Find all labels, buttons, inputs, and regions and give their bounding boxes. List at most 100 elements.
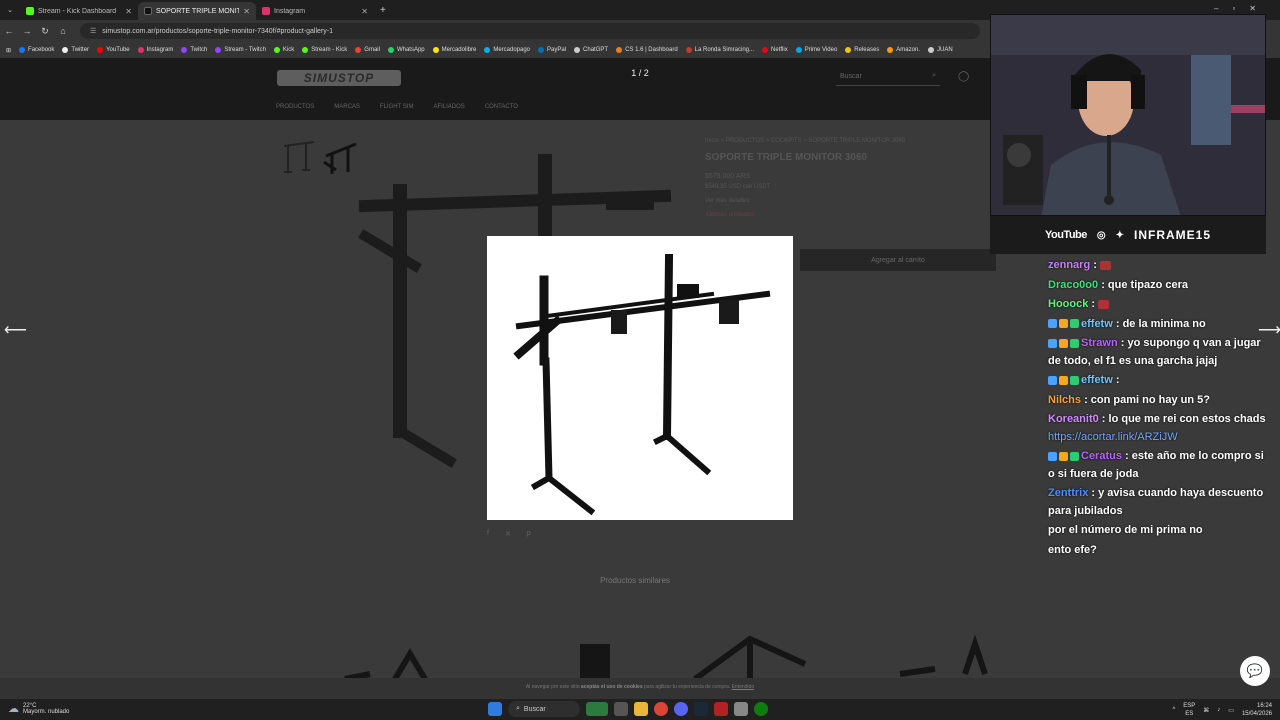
gallery-prev-arrow[interactable]: ⟵: [4, 320, 27, 340]
bookmark-item[interactable]: Netflix: [762, 47, 788, 53]
chat-username[interactable]: Ceratus: [1081, 450, 1122, 462]
similar-product-4[interactable]: [895, 624, 990, 684]
close-icon[interactable]: ✕: [361, 7, 368, 16]
bookmark-label: JUAN: [936, 47, 953, 53]
tray-expand-icon[interactable]: ^: [1172, 707, 1175, 713]
site-nav-item[interactable]: MARCAS: [334, 104, 360, 110]
bookmark-item[interactable]: La Ronda Simracing...: [685, 47, 754, 53]
file-explorer-icon[interactable]: [634, 702, 648, 716]
similar-product-3[interactable]: [690, 624, 810, 684]
chat-username[interactable]: effetw: [1081, 318, 1113, 330]
site-info-icon[interactable]: ☰: [90, 27, 96, 35]
back-icon[interactable]: ←: [0, 26, 18, 36]
bookmark-item[interactable]: CS 1.6 | Dashboard: [616, 47, 678, 53]
similar-product-2[interactable]: [570, 624, 620, 684]
chat-username[interactable]: Koreanit0: [1048, 413, 1099, 425]
bookmark-icon: [387, 47, 394, 53]
chat-username[interactable]: Strawn: [1081, 337, 1118, 349]
clock-time: 16:24: [1256, 703, 1272, 709]
window-controls[interactable]: –▫✕: [1214, 4, 1270, 13]
apps-icon[interactable]: ⊞: [6, 47, 11, 54]
task-view-icon[interactable]: [614, 702, 628, 716]
tab-instagram[interactable]: Instagram ✕: [256, 2, 374, 20]
reload-icon[interactable]: ↻: [36, 26, 54, 37]
chrome-icon[interactable]: [654, 702, 668, 716]
thumbnail-1[interactable]: [280, 136, 318, 176]
widgets-icon[interactable]: [586, 702, 608, 716]
breadcrumb[interactable]: Inicio > PRODUCTOS > COCKPITS > SOPORTE …: [705, 138, 995, 144]
bookmark-item[interactable]: Twitch: [181, 47, 207, 53]
bookmark-icon: [215, 47, 222, 53]
app-icon[interactable]: [734, 702, 748, 716]
chat-username[interactable]: zennarg: [1048, 259, 1090, 271]
taskbar-search[interactable]: ⌕ Buscar: [508, 701, 580, 717]
url-field[interactable]: ☰ simustop.com.ar/productos/soporte-trip…: [80, 23, 980, 39]
bookmark-item[interactable]: Prime Video: [795, 47, 837, 53]
site-search-input[interactable]: Buscar ⌕: [836, 70, 940, 86]
close-icon[interactable]: ✕: [243, 7, 250, 16]
chat-username[interactable]: Zenttrix: [1048, 487, 1088, 499]
site-nav-item[interactable]: AFILIADOS: [433, 104, 464, 110]
bookmark-label: Amazon.: [896, 47, 920, 53]
tab-kick-dashboard[interactable]: Stream - Kick Dashboard ✕: [20, 2, 138, 20]
similar-product-1[interactable]: [340, 624, 430, 684]
weather-widget[interactable]: ☁ 22°C Mayorm. nublado: [8, 702, 69, 716]
site-nav-item[interactable]: CONTACTO: [485, 104, 518, 110]
battery-icon[interactable]: ▭: [1228, 707, 1234, 714]
volume-icon[interactable]: ♪: [1217, 707, 1220, 713]
windows-start-icon[interactable]: [488, 702, 502, 716]
chat-widget-icon[interactable]: 💬: [1240, 656, 1270, 686]
bookmark-item[interactable]: Kick: [273, 47, 294, 53]
pinterest-icon[interactable]: p: [527, 530, 531, 538]
site-nav-item[interactable]: FLIGHT SIM: [380, 104, 414, 110]
site-logo[interactable]: SIMUSTOP: [277, 70, 401, 86]
lightbox-image[interactable]: [487, 236, 793, 520]
clock-date: 15/04/2026: [1241, 711, 1272, 717]
bookmark-item[interactable]: Mercadopago: [484, 47, 530, 53]
forward-icon[interactable]: →: [18, 26, 36, 36]
racing-app-icon[interactable]: [714, 702, 728, 716]
add-to-cart-button[interactable]: Agregar al carrito: [800, 249, 996, 271]
site-nav-item[interactable]: PRODUCTOS: [276, 104, 314, 110]
product-info: Inicio > PRODUCTOS > COCKPITS > SOPORTE …: [705, 138, 995, 218]
bookmark-item[interactable]: ChatGPT: [574, 47, 608, 53]
bookmark-item[interactable]: Releases: [845, 47, 879, 53]
new-tab-button[interactable]: +: [374, 5, 386, 16]
language-indicator[interactable]: ESP ES: [1183, 702, 1195, 718]
xbox-icon[interactable]: [754, 702, 768, 716]
chat-username[interactable]: Draco0o0: [1048, 279, 1098, 291]
bookmark-item[interactable]: Twitter: [62, 47, 89, 53]
tab-simustop[interactable]: SOPORTE TRIPLE MONITOR 3060 ✕: [138, 2, 256, 20]
steam-icon[interactable]: [694, 702, 708, 716]
user-icon[interactable]: ◯: [958, 71, 969, 82]
details-link[interactable]: Ver más detalles: [705, 198, 995, 204]
chat-link[interactable]: https://acortar.link/ARZiJW: [1048, 431, 1178, 443]
bookmark-item[interactable]: Instagram: [137, 47, 173, 53]
bookmark-item[interactable]: PayPal: [538, 47, 566, 53]
chat-username[interactable]: effetw: [1081, 374, 1113, 386]
close-icon[interactable]: ✕: [125, 7, 132, 16]
home-icon[interactable]: ⌂: [54, 26, 72, 36]
search-icon[interactable]: ⌕: [932, 72, 936, 80]
bookmark-item[interactable]: JUAN: [927, 47, 953, 53]
bookmark-item[interactable]: Stream - Twitch: [215, 47, 266, 53]
bookmark-item[interactable]: Facebook: [19, 47, 54, 53]
chat-username[interactable]: Nilchs: [1048, 394, 1081, 406]
chat-badge-icon: [1059, 375, 1068, 385]
cookie-accept-button[interactable]: Entendido: [732, 684, 755, 690]
bookmark-item[interactable]: Amazon.: [887, 47, 920, 53]
bookmark-item[interactable]: YouTube: [97, 47, 130, 53]
chat-text: yo supongo q van a jugar de todo, el f1 …: [1048, 337, 1261, 367]
bookmark-item[interactable]: Gmail: [355, 47, 380, 53]
tab-search-button[interactable]: ⌄: [0, 6, 20, 14]
discord-icon[interactable]: [674, 702, 688, 716]
x-icon[interactable]: ✕: [505, 530, 511, 538]
simustop-icon: [144, 7, 152, 15]
bookmark-item[interactable]: WhatsApp: [387, 47, 425, 53]
chat-username[interactable]: Hooock: [1048, 298, 1088, 310]
bookmark-item[interactable]: Mercadolibre: [432, 47, 476, 53]
facebook-icon[interactable]: f: [487, 530, 489, 538]
network-icon[interactable]: ⌘: [1203, 707, 1209, 714]
bookmark-item[interactable]: Stream - Kick: [302, 47, 347, 53]
clock[interactable]: 16:24 15/04/2026: [1242, 702, 1272, 718]
